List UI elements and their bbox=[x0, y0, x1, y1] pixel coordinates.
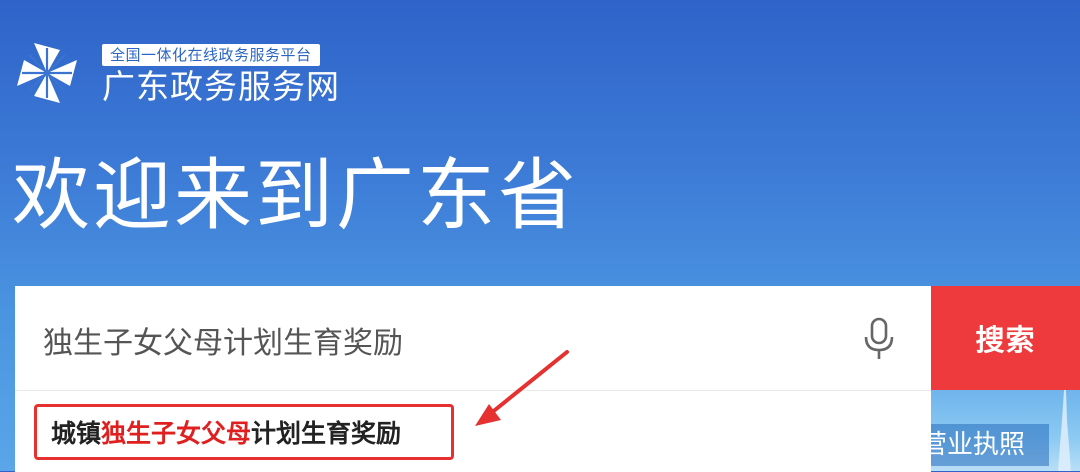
site-name: 广东政务服务网 bbox=[102, 67, 340, 106]
suggestion-prefix: 城镇 bbox=[51, 419, 102, 448]
side-banner[interactable]: 营业执照 bbox=[931, 390, 1080, 471]
tower-icon bbox=[1058, 390, 1071, 471]
suggestion-item[interactable]: 城镇 独生子女父母 计划生育奖励 bbox=[34, 404, 454, 460]
pinwheel-logo-icon bbox=[17, 43, 77, 103]
welcome-heading: 欢迎来到广东省 bbox=[12, 151, 580, 241]
suggestion-suffix: 计划生育奖励 bbox=[251, 419, 402, 448]
search-button[interactable]: 搜索 bbox=[931, 286, 1080, 390]
platform-subtitle: 全国一体化在线政务服务平台 bbox=[102, 44, 320, 66]
suggestion-highlight: 独生子女父母 bbox=[101, 419, 252, 448]
annotation-arrow-icon bbox=[475, 350, 569, 426]
microphone-icon[interactable] bbox=[859, 316, 899, 362]
site-logo[interactable]: 全国一体化在线政务服务平台 广东政务服务网 bbox=[14, 40, 354, 106]
search-input[interactable] bbox=[43, 320, 823, 360]
business-license-link: 营业执照 bbox=[931, 424, 1049, 466]
